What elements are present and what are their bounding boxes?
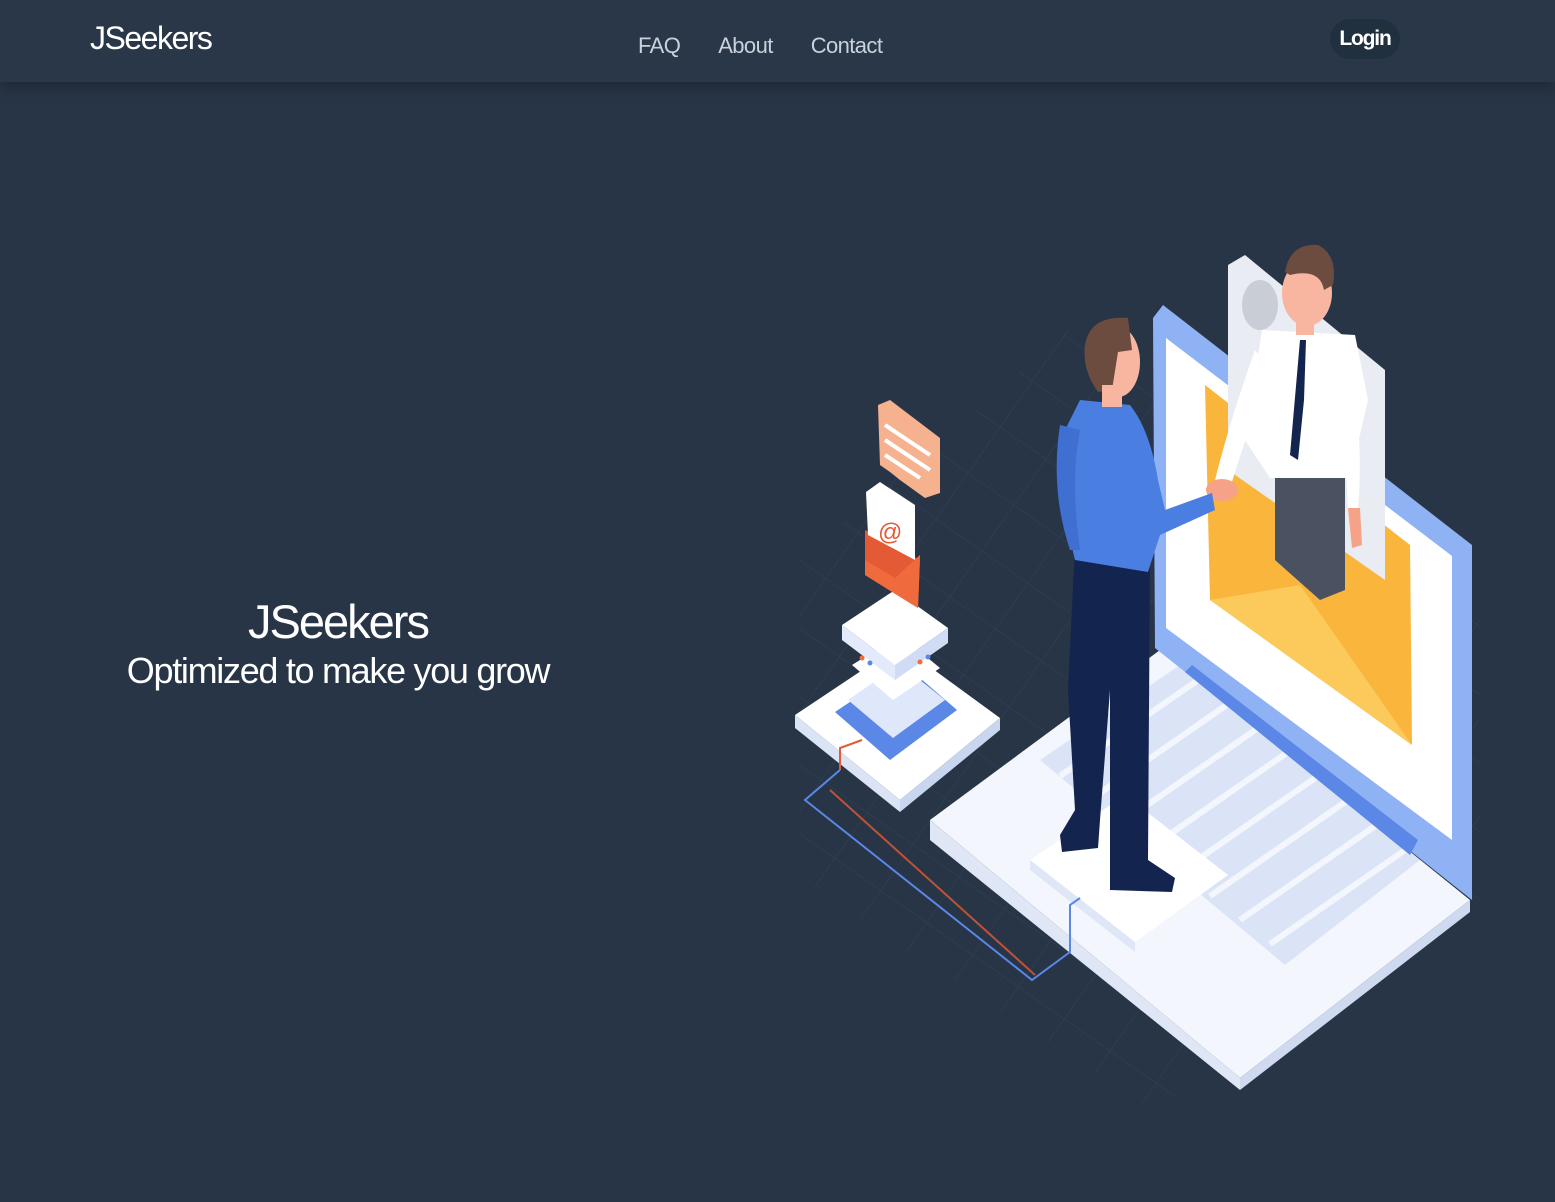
nav-link-about[interactable]: About [718,33,773,59]
login-button[interactable]: Login [1330,19,1400,59]
nav-link-faq[interactable]: FAQ [638,33,681,59]
svg-text:@: @ [878,519,902,546]
nav-links: FAQ About Contact [638,33,920,59]
brand-logo-link[interactable]: JSeekers [90,20,213,57]
hero-title: JSeekers [248,595,430,648]
hero-subtitle: Optimized to make you grow [126,650,551,691]
nav-link-contact[interactable]: Contact [811,33,883,59]
handshake-laptop-illustration-icon: @ [780,235,1500,1120]
hero-text: JSeekers Optimized to make you grow [100,594,576,692]
navbar: JSeekers FAQ About Contact Login [0,0,1555,82]
